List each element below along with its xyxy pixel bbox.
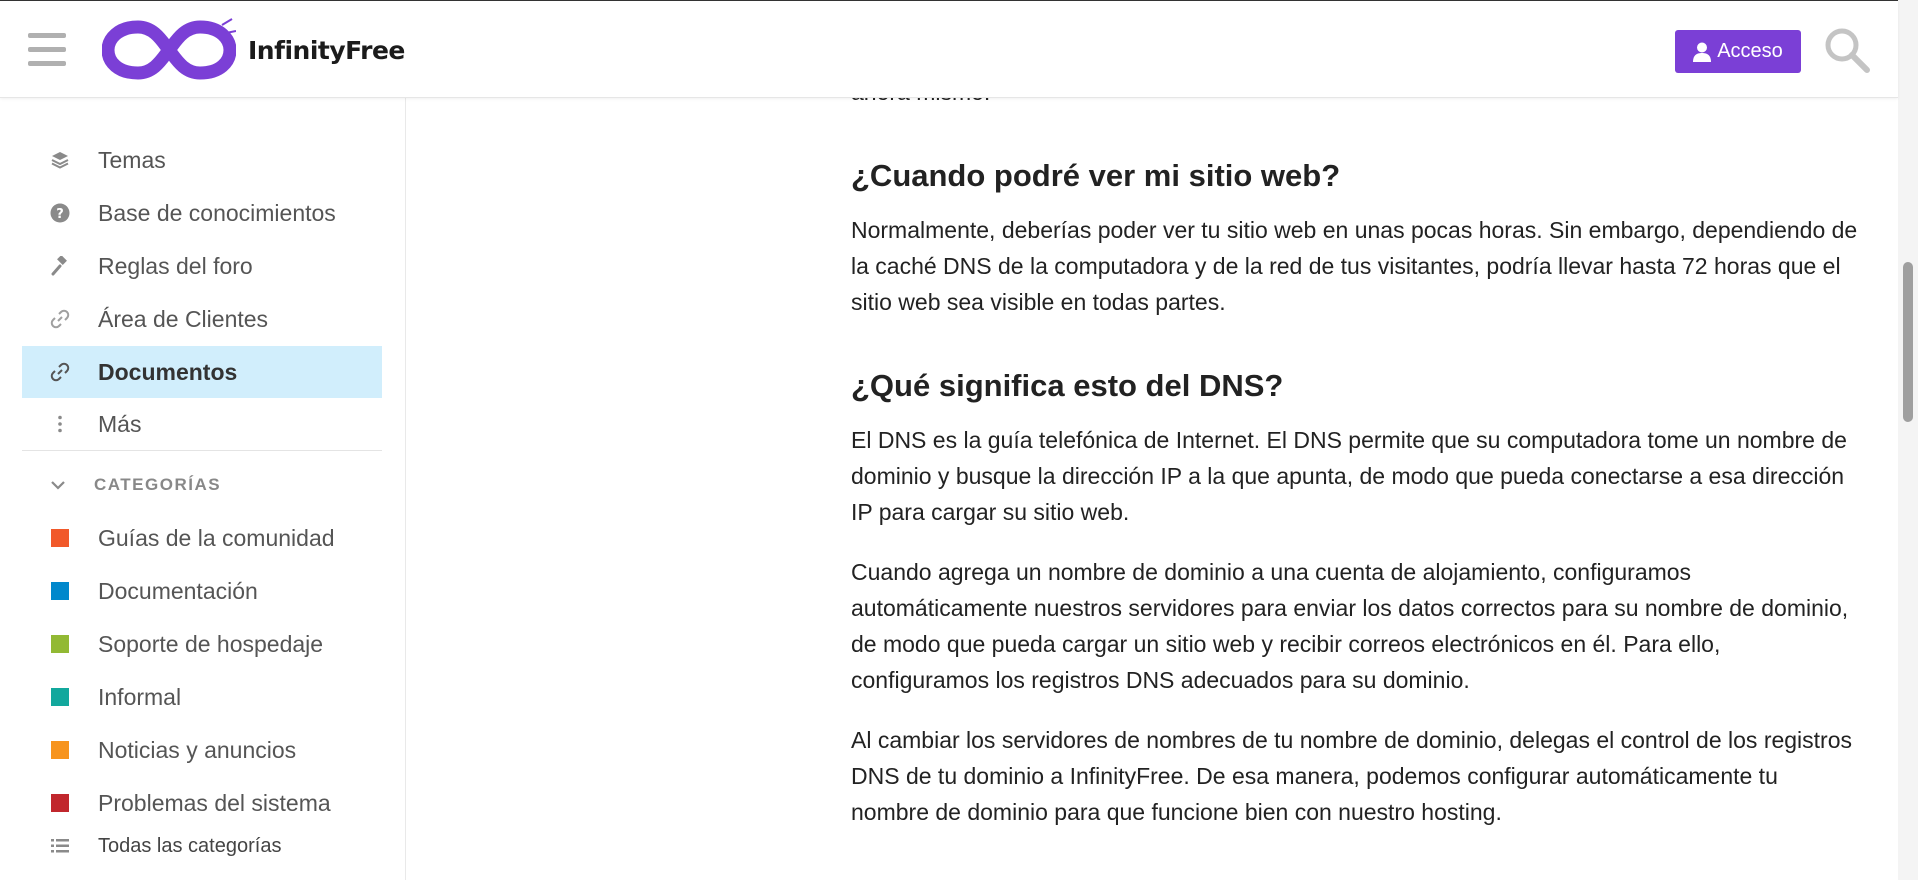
category-label: Documentación [98, 577, 258, 604]
category-color-swatch [51, 741, 69, 759]
sidebar-item-label: Temas [98, 146, 166, 173]
svg-text:?: ? [56, 207, 64, 222]
link-icon [22, 362, 98, 382]
ellipsis-vertical-icon [22, 415, 98, 433]
sidebar-item-temas[interactable]: Temas [22, 134, 382, 186]
login-button[interactable]: Acceso [1675, 30, 1801, 73]
question-circle-icon: ? [22, 203, 98, 223]
login-label: Acceso [1717, 40, 1783, 62]
sidebar-item-label: Más [98, 410, 142, 437]
category-label: Guías de la comunidad [98, 524, 335, 551]
sidebar-item-label: Reglas del foro [98, 252, 253, 279]
article-paragraph: Normalmente, deberías poder ver tu sitio… [851, 217, 1858, 315]
gavel-icon [22, 256, 98, 276]
sidebar-item-label: Documentos [98, 358, 238, 385]
chevron-down-icon [22, 480, 94, 490]
infinity-logo-icon [102, 18, 236, 80]
layers-icon [22, 151, 98, 169]
section-heading: ¿Cuando podré ver mi sitio web? [851, 158, 1341, 193]
category-color-swatch [51, 529, 69, 547]
category-label: Noticias y anuncios [98, 736, 297, 763]
brand-name: InfinityFree [248, 35, 405, 65]
sidebar-item-client-area[interactable]: Área de Clientes [22, 293, 382, 345]
category-hosting-support[interactable]: Soporte de hospedaje [22, 618, 382, 670]
categories-header: CATEGORÍAS [94, 475, 222, 494]
category-community-guides[interactable]: Guías de la comunidad [22, 512, 382, 564]
all-categories-link[interactable]: Todas las categorías [22, 826, 382, 866]
category-informal[interactable]: Informal [22, 671, 382, 723]
hamburger-menu-icon[interactable] [28, 31, 66, 69]
category-news[interactable]: Noticias y anuncios [22, 724, 382, 776]
sidebar-item-label: Base de conocimientos [98, 199, 336, 226]
category-label: Problemas del sistema [98, 789, 331, 816]
article-paragraph: Cuando agrega un nombre de dominio a una… [851, 559, 1849, 693]
category-label: Informal [98, 683, 182, 710]
page-scrollbar[interactable] [1898, 0, 1918, 880]
article-paragraph: Al cambiar los servidores de nombres de … [851, 727, 1853, 825]
sidebar: Temas ? Base de conocimientos Reglas del… [0, 98, 406, 880]
section-heading: ¿Qué significa esto del DNS? [851, 368, 1284, 403]
sidebar-item-knowledge-base[interactable]: ? Base de conocimientos [22, 187, 382, 239]
sidebar-item-forum-rules[interactable]: Reglas del foro [22, 240, 382, 292]
sidebar-item-more[interactable]: Más [22, 398, 382, 450]
category-label: Soporte de hospedaje [98, 630, 324, 657]
all-categories-label: Todas las categorías [98, 834, 282, 857]
site-logo[interactable]: InfinityFree [102, 17, 405, 83]
sidebar-item-label: Área de Clientes [98, 305, 269, 332]
sidebar-divider [22, 450, 382, 451]
category-documentation[interactable]: Documentación [22, 565, 382, 617]
category-color-swatch [51, 794, 69, 812]
site-header: InfinityFree Acceso [0, 0, 1898, 98]
categories-toggle[interactable]: CATEGORÍAS [22, 468, 221, 502]
search-icon[interactable] [1822, 25, 1872, 75]
sidebar-item-documentos[interactable]: Documentos [22, 346, 382, 398]
article-paragraph: El DNS es la guía telefónica de Internet… [851, 427, 1847, 525]
list-icon [22, 839, 98, 853]
link-icon [22, 309, 98, 329]
category-color-swatch [51, 635, 69, 653]
partial-paragraph: ahora mismo. [851, 98, 990, 110]
main-content: ahora mismo. ¿Cuando podré ver mi sitio … [407, 98, 1898, 880]
category-color-swatch [51, 688, 69, 706]
category-color-swatch [51, 582, 69, 600]
scrollbar-thumb[interactable] [1903, 262, 1913, 422]
category-system-issues[interactable]: Problemas del sistema [22, 777, 382, 829]
user-icon [1693, 42, 1712, 62]
